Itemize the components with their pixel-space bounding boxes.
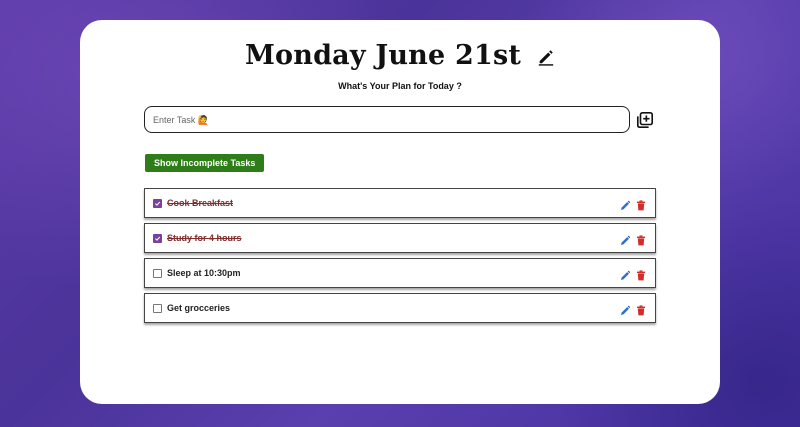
- task-input[interactable]: [144, 106, 630, 133]
- task-checkbox[interactable]: [153, 233, 162, 243]
- task-actions: [620, 198, 646, 210]
- pencil-icon[interactable]: [620, 198, 630, 210]
- title-row: Monday June 21st: [80, 40, 720, 71]
- trash-icon[interactable]: [636, 233, 646, 245]
- trash-icon[interactable]: [636, 198, 646, 210]
- task-actions: [620, 233, 646, 245]
- task-actions: [620, 303, 646, 315]
- task-list: Cook Breakfast Study for 4 hours Sleep at …: [144, 188, 656, 328]
- task-label: Get grocceries: [167, 303, 231, 313]
- task-label: Sleep at 10:30pm: [167, 268, 241, 278]
- task-item: Sleep at 10:30pm: [144, 258, 656, 288]
- task-checkbox[interactable]: [153, 303, 162, 313]
- task-input-row: [144, 106, 654, 133]
- task-checkbox[interactable]: [153, 268, 162, 278]
- pencil-icon[interactable]: [537, 48, 555, 66]
- pencil-icon[interactable]: [620, 303, 630, 315]
- pencil-icon[interactable]: [620, 233, 630, 245]
- task-item: Study for 4 hours: [144, 223, 656, 253]
- task-actions: [620, 268, 646, 280]
- pencil-icon[interactable]: [620, 268, 630, 280]
- task-item: Cook Breakfast: [144, 188, 656, 218]
- page-subtitle: What's Your Plan for Today ?: [338, 81, 462, 91]
- trash-icon[interactable]: [636, 303, 646, 315]
- trash-icon[interactable]: [636, 268, 646, 280]
- task-item: Get grocceries: [144, 293, 656, 323]
- task-label: Cook Breakfast: [167, 198, 234, 208]
- task-checkbox[interactable]: [153, 198, 162, 208]
- plus-square-icon[interactable]: [636, 111, 654, 129]
- show-incomplete-button[interactable]: Show Incomplete Tasks: [145, 154, 265, 172]
- todo-card: Monday June 21st What's Your Plan for To…: [80, 20, 720, 404]
- page-title: Monday June 21st: [244, 40, 522, 71]
- task-label: Study for 4 hours: [167, 233, 242, 243]
